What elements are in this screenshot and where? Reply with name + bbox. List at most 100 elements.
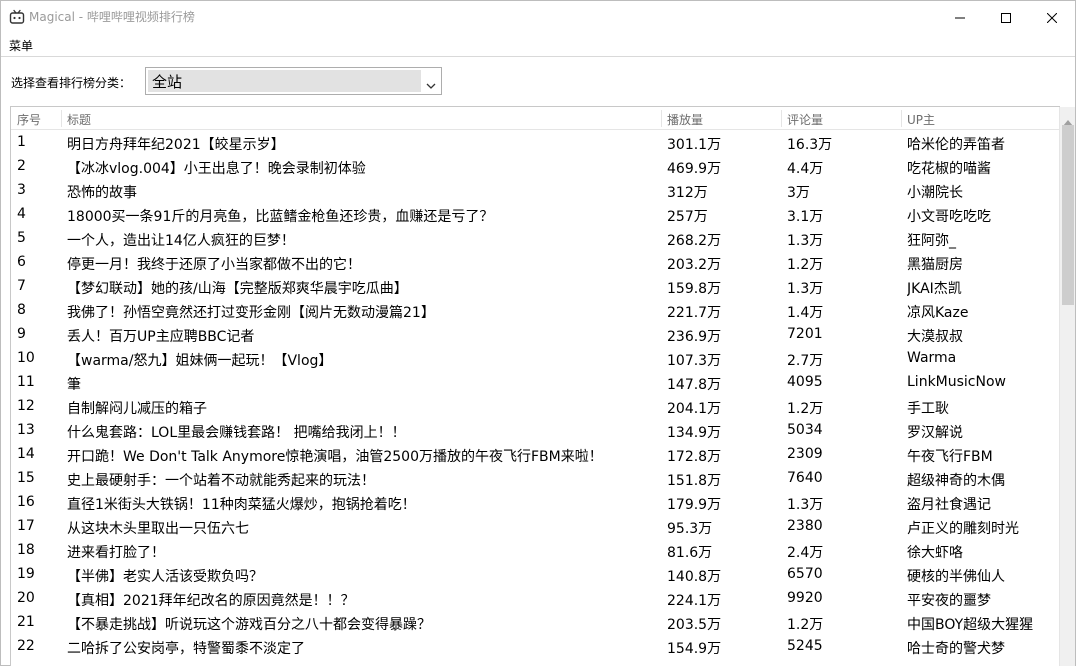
row-plays: 81.6万: [667, 545, 713, 561]
row-title: 进来看打脸了！: [67, 545, 165, 561]
window-title: Magical - 哔哩哔哩视频排行榜: [29, 8, 195, 25]
select-highlight: [148, 70, 421, 92]
row-comments: 1.4万: [787, 305, 824, 321]
title-bar[interactable]: Magical - 哔哩哔哩视频排行榜: [1, 1, 1075, 33]
row-comments: 2380: [787, 518, 823, 534]
table-row[interactable]: 18 进来看打脸了！ 81.6万 2.4万 徐大虾咯: [11, 539, 1059, 563]
row-plays: 301.1万: [667, 137, 722, 153]
row-title: 明日方舟拜年纪2021【皎星示岁】: [67, 137, 285, 153]
row-rank: 20: [17, 590, 35, 606]
row-comments: 1.3万: [787, 281, 824, 297]
close-button[interactable]: [1029, 1, 1075, 33]
row-rank: 22: [17, 638, 35, 654]
column-divider[interactable]: [901, 110, 902, 127]
table-row[interactable]: 11 筆 147.8万 4095 LinkMusicNow: [11, 371, 1059, 395]
row-up: 小文哥吃吃吃: [907, 209, 991, 225]
row-plays: 134.9万: [667, 425, 722, 441]
row-up: 凉风Kaze: [907, 305, 969, 321]
row-title: 自制解闷儿减压的箱子: [67, 401, 207, 417]
row-title: 【warma/怒九】姐妹俩一起玩！【Vlog】: [67, 353, 333, 369]
table-row[interactable]: 16 直径1米街头大铁锅！11种肉菜猛火爆炒，抱锅抢着吃！ 179.9万 1.3万 盗月…: [11, 491, 1059, 515]
header-title[interactable]: 标题: [67, 111, 91, 128]
table-row[interactable]: 13 什么鬼套路：LOL里最会赚钱套路！ 把嘴给我闭上！！ 134.9万 5034 罗汉…: [11, 419, 1059, 443]
table-row[interactable]: 5 一个人，造出让14亿人疯狂的巨梦！ 268.2万 1.3万 狂阿弥_: [11, 227, 1059, 251]
row-plays: 236.9万: [667, 329, 722, 345]
row-rank: 21: [17, 614, 35, 630]
table-row[interactable]: 7 【梦幻联动】她的孩/山海【完整版郑爽华晨宇吃瓜曲】 159.8万 1.3万 JKAI…: [11, 275, 1059, 299]
row-title: 直径1米街头大铁锅！11种肉菜猛火爆炒，抱锅抢着吃！: [67, 497, 416, 513]
row-up: 大漠叔叔: [907, 329, 963, 345]
row-rank: 16: [17, 494, 35, 510]
maximize-icon: [1001, 8, 1011, 27]
row-title: 停更一月！我终于还原了小当家都做不出的它！: [67, 257, 361, 273]
row-comments: 5245: [787, 638, 823, 654]
table-row[interactable]: 3 恐怖的故事 312万 3万 小潮院长: [11, 179, 1059, 203]
table-row[interactable]: 1 明日方舟拜年纪2021【皎星示岁】 301.1万 16.3万 哈米伦的弄笛者: [11, 131, 1059, 155]
header-plays[interactable]: 播放量: [667, 111, 703, 128]
row-rank: 10: [17, 350, 35, 366]
table-row[interactable]: 10 【warma/怒九】姐妹俩一起玩！【Vlog】 107.3万 2.7万 Warma: [11, 347, 1059, 371]
table-row[interactable]: 14 开口跪！We Don't Talk Anymore惊艳演唱，油管2500万播…: [11, 443, 1059, 467]
vertical-scrollbar[interactable]: [1059, 107, 1075, 666]
column-divider[interactable]: [661, 110, 662, 127]
minimize-button[interactable]: [937, 1, 983, 33]
chevron-down-icon[interactable]: [425, 76, 437, 89]
table-row[interactable]: 21 【不暴走挑战】听说玩这个游戏百分之八十都会变得暴躁？ 203.5万 1.2万 中国…: [11, 611, 1059, 635]
row-rank: 14: [17, 446, 35, 462]
table-row[interactable]: 4 18000买一条91斤的月亮鱼，比蓝鳍金枪鱼还珍贵，血赚还是亏了？ 257万 3.…: [11, 203, 1059, 227]
category-selected-value: 全站: [152, 73, 183, 91]
row-plays: 179.9万: [667, 497, 722, 513]
header-rank[interactable]: 序号: [17, 111, 41, 128]
row-title: 【不暴走挑战】听说玩这个游戏百分之八十都会变得暴躁？: [67, 617, 431, 633]
row-rank: 9: [17, 326, 26, 342]
row-title: 一个人，造出让14亿人疯狂的巨梦！: [67, 233, 295, 249]
row-title: 从这块木头里取出一只伍六七: [67, 521, 249, 537]
table-row[interactable]: 6 停更一月！我终于还原了小当家都做不出的它！ 203.2万 1.2万 黑猫厨房: [11, 251, 1059, 275]
row-comments: 7640: [787, 470, 823, 486]
row-up: 硬核的半佛仙人: [907, 569, 1005, 585]
row-up: 中国BOY超级大猩猩: [907, 617, 1034, 633]
maximize-button[interactable]: [983, 1, 1029, 33]
row-plays: 154.9万: [667, 641, 722, 657]
row-comments: 9920: [787, 590, 823, 606]
table-row[interactable]: 20 【真相】2021拜年纪改名的原因竟然是！！？ 224.1万 9920 平安夜的噩梦: [11, 587, 1059, 611]
table-row[interactable]: 17 从这块木头里取出一只伍六七 95.3万 2380 卢正义的雕刻时光: [11, 515, 1059, 539]
row-comments: 4.4万: [787, 161, 824, 177]
table-row[interactable]: 22 二哈拆了公安岗亭，特警蜀黍不淡定了 154.9万 5245 哈士奇的警犬梦: [11, 635, 1059, 659]
row-rank: 11: [17, 374, 35, 390]
row-rank: 19: [17, 566, 35, 582]
row-plays: 159.8万: [667, 281, 722, 297]
row-rank: 1: [17, 134, 26, 150]
menu-item-menu[interactable]: 菜单: [9, 37, 33, 54]
row-plays: 147.8万: [667, 377, 722, 393]
header-up[interactable]: UP主: [907, 111, 935, 128]
row-plays: 151.8万: [667, 473, 722, 489]
row-plays: 469.9万: [667, 161, 722, 177]
scroll-thumb[interactable]: [1062, 125, 1074, 305]
table-row[interactable]: 9 丢人！百万UP主应聘BBC记者 236.9万 7201 大漠叔叔: [11, 323, 1059, 347]
row-up: 盗月社食遇记: [907, 497, 991, 513]
table-row[interactable]: 15 史上最硬射手：一个站着不动就能秀起来的玩法！ 151.8万 7640 超级神奇的木…: [11, 467, 1059, 491]
row-plays: 95.3万: [667, 521, 713, 537]
minimize-icon: [955, 8, 965, 27]
table-row[interactable]: 19 【半佛】老实人活该受欺负吗？ 140.8万 6570 硬核的半佛仙人: [11, 563, 1059, 587]
row-title: 恐怖的故事: [67, 185, 137, 201]
table-row[interactable]: 12 自制解闷儿减压的箱子 204.1万 1.2万 手工耿: [11, 395, 1059, 419]
row-rank: 15: [17, 470, 35, 486]
row-title: 【冰冰vlog.004】小王出息了！晚会录制初体验: [67, 161, 366, 177]
header-comments[interactable]: 评论量: [787, 111, 823, 128]
row-comments: 2309: [787, 446, 823, 462]
row-title: 【梦幻联动】她的孩/山海【完整版郑爽华晨宇吃瓜曲】: [67, 281, 408, 297]
row-up: 手工耿: [907, 401, 949, 417]
scroll-up-arrow-icon[interactable]: [1063, 111, 1073, 126]
row-rank: 5: [17, 230, 26, 246]
category-select[interactable]: 全站: [145, 67, 442, 95]
row-comments: 1.2万: [787, 617, 824, 633]
table-row[interactable]: 2 【冰冰vlog.004】小王出息了！晚会录制初体验 469.9万 4.4万 吃花椒的…: [11, 155, 1059, 179]
column-divider[interactable]: [781, 110, 782, 127]
table-row[interactable]: 8 我佛了！孙悟空竟然还打过变形金刚【阅片无数动漫篇21】 221.7万 1.4万 凉风…: [11, 299, 1059, 323]
row-title: 什么鬼套路：LOL里最会赚钱套路！ 把嘴给我闭上！！: [67, 425, 406, 441]
row-title: 史上最硬射手：一个站着不动就能秀起来的玩法！: [67, 473, 375, 489]
row-comments: 3万: [787, 185, 810, 201]
column-divider[interactable]: [61, 110, 62, 127]
